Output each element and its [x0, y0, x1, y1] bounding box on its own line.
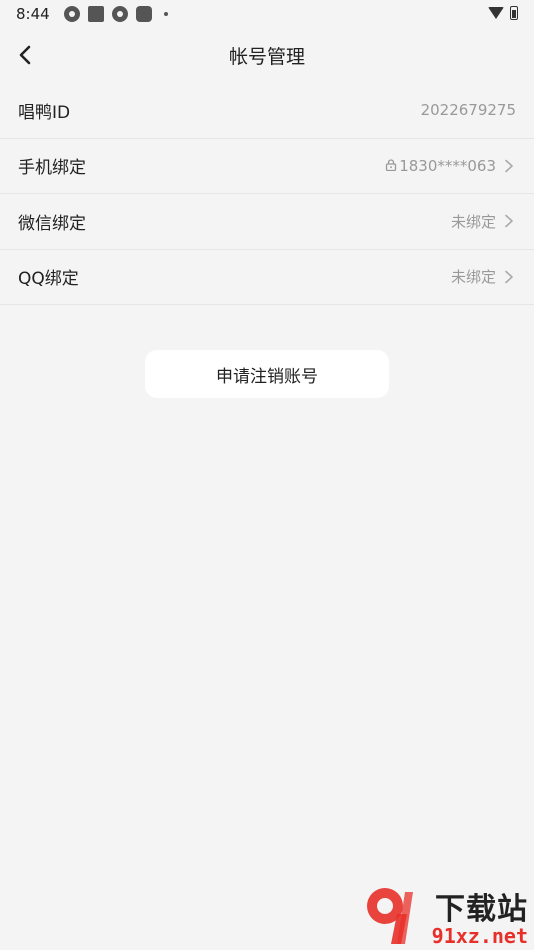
chevron-right-icon	[505, 270, 513, 284]
row-label: QQ绑定	[18, 269, 79, 290]
row-right: 2022679275	[421, 101, 516, 119]
app-notification-icon	[87, 6, 104, 22]
chevron-left-icon	[19, 45, 31, 65]
row-value-wrapper: 1830****063	[385, 157, 496, 175]
row-value: 未绑定	[450, 212, 496, 231]
row-wechat-binding[interactable]: 微信绑定 未绑定	[0, 194, 534, 250]
watermark: 下载站 91xz.net	[359, 882, 534, 950]
watermark-url: 91xz.net	[431, 924, 528, 948]
status-time: 8:44	[16, 5, 50, 23]
notification-icons	[63, 6, 168, 22]
header: 帐号管理	[0, 28, 534, 82]
system-icons	[488, 6, 518, 20]
row-value: 1830****063	[399, 156, 496, 175]
row-value: 2022679275	[420, 101, 516, 120]
cancel-account-button[interactable]: 申请注销账号	[145, 350, 389, 398]
row-qq-binding[interactable]: QQ绑定 未绑定	[0, 249, 534, 305]
wifi-icon	[488, 7, 504, 19]
chevron-right-icon	[505, 159, 513, 173]
status-bar: 8:44	[0, 0, 534, 28]
watermark-logo-icon	[367, 888, 413, 944]
back-button[interactable]	[8, 38, 42, 72]
row-label: 微信绑定	[18, 213, 86, 234]
row-right: 未绑定	[451, 266, 516, 287]
row-label: 唱鸭ID	[18, 102, 71, 123]
row-right: 1830****063	[385, 157, 516, 175]
page-title: 帐号管理	[228, 45, 305, 68]
row-value: 未绑定	[450, 268, 496, 287]
app-notification-icon	[111, 6, 128, 22]
more-notifications-icon	[163, 12, 168, 16]
chevron-right-icon	[505, 214, 513, 228]
row-changya-id: 唱鸭ID 2022679275	[0, 83, 534, 139]
watermark-title: 下载站	[435, 892, 528, 927]
account-settings-list: 唱鸭ID 2022679275 手机绑定 1830****063 微信绑定 未绑…	[0, 83, 534, 305]
lock-icon	[386, 159, 397, 171]
row-right: 未绑定	[451, 211, 516, 232]
row-label: 手机绑定	[18, 158, 86, 179]
app-notification-icon	[63, 6, 80, 22]
app-notification-icon	[135, 6, 152, 22]
battery-icon	[510, 6, 518, 20]
row-phone-binding[interactable]: 手机绑定 1830****063	[0, 138, 534, 194]
